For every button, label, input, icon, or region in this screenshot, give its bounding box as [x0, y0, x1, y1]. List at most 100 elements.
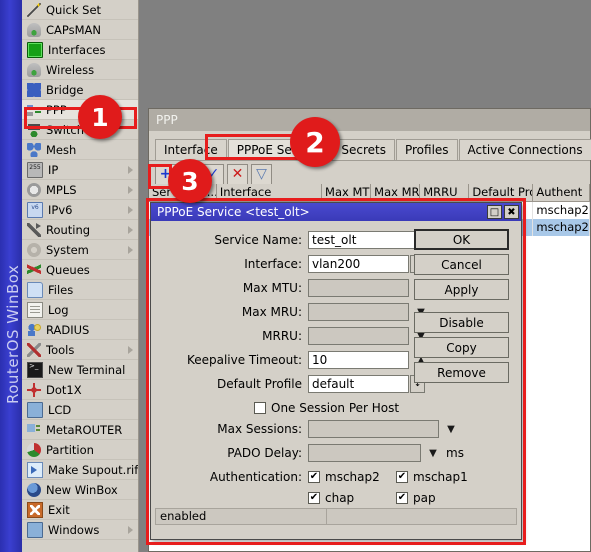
maximize-button[interactable]: □ [487, 205, 502, 219]
sidebar-item-label: Partition [46, 442, 94, 457]
max-mtu-input[interactable] [308, 279, 409, 297]
auth-option-mschap1[interactable]: ✔ mschap1 [396, 470, 484, 484]
mrru-input[interactable] [308, 327, 409, 345]
auth-pap-checkbox[interactable]: ✔ [396, 491, 408, 504]
ok-button[interactable]: OK [414, 229, 509, 250]
annotation-badge-3: 3 [168, 159, 212, 203]
sidebar-item-quick-set[interactable]: Quick Set [22, 0, 138, 20]
auth-chap-checkbox[interactable]: ✔ [308, 491, 320, 504]
sidebar-item-new-winbox[interactable]: New WinBox [22, 480, 138, 500]
sidebar-item-queues[interactable]: Queues [22, 260, 138, 280]
remove-button[interactable]: Remove [414, 362, 509, 383]
sidebar-item-label: Queues [46, 262, 90, 277]
sidebar-item-metarouter[interactable]: MetaROUTER [22, 420, 138, 440]
default-profile-label: Default Profile [217, 377, 302, 391]
sidebar-item-files[interactable]: Files [22, 280, 138, 300]
sidebar-item-label: Mesh [46, 142, 77, 157]
sidebar-item-ipv6[interactable]: IPv6 [22, 200, 138, 220]
apply-button[interactable]: Apply [414, 279, 509, 300]
auth-option-mschap2[interactable]: ✔ mschap2 [308, 470, 396, 484]
sidebar-item-bridge[interactable]: Bridge [22, 80, 138, 100]
tab-active-connections[interactable]: Active Connections [458, 139, 591, 160]
sidebar-item-mpls[interactable]: MPLS [22, 180, 138, 200]
keepalive-timeout-input[interactable]: 10 [308, 351, 409, 369]
sidebar-item-mesh[interactable]: Mesh [22, 140, 138, 160]
sidebar-item-ip[interactable]: IP [22, 160, 138, 180]
auth-pap-label: pap [413, 490, 436, 505]
ppp-window-title: PPP [156, 113, 178, 127]
access-point-icon [27, 62, 41, 77]
queues-icon [27, 262, 41, 277]
sidebar-item-label: Quick Set [46, 2, 102, 17]
access-point-icon [27, 22, 41, 37]
sidebar-item-label: MPLS [46, 182, 77, 197]
form-row-authentication-2: ✔ chap ✔ pap [151, 487, 521, 508]
annotation-badge-2: 2 [290, 117, 340, 167]
column-header-mrru[interactable]: MRRU [420, 184, 470, 201]
sidebar-item-capsman[interactable]: CAPsMAN [22, 20, 138, 40]
disable-button[interactable]: ✕ [227, 163, 248, 185]
column-header-max-mru[interactable]: Max MRU [371, 184, 421, 201]
auth-mschap2-checkbox[interactable]: ✔ [308, 470, 320, 483]
sidebar-item-partition[interactable]: Partition [22, 440, 138, 460]
sidebar-item-dot1x[interactable]: Dot1X [22, 380, 138, 400]
default-profile-input[interactable]: default [308, 375, 409, 393]
tab-interface[interactable]: Interface [155, 139, 227, 160]
filter-button[interactable]: ▽ [251, 163, 272, 185]
column-header-default-pro[interactable]: Default Pro... [469, 184, 534, 201]
partition-icon [27, 442, 41, 457]
tab-secrets[interactable]: Secrets [332, 139, 395, 160]
max-sessions-input[interactable] [308, 420, 439, 438]
pado-delay-input[interactable] [308, 444, 421, 462]
sidebar-item-label: LCD [48, 402, 72, 417]
sidebar-item-log[interactable]: Log [22, 300, 138, 320]
column-header-interface[interactable]: Interface [217, 184, 323, 201]
sidebar-item-make-supout-rif[interactable]: Make Supout.rif [22, 460, 138, 480]
copy-button[interactable]: Copy [414, 337, 509, 358]
auth-mschap1-checkbox[interactable]: ✔ [396, 470, 408, 483]
sidebar-item-routing[interactable]: Routing [22, 220, 138, 240]
chevron-right-icon [128, 205, 133, 214]
sidebar-item-radius[interactable]: RADIUS [22, 320, 138, 340]
chevron-right-icon [128, 525, 133, 534]
one-session-per-host-checkbox[interactable] [254, 401, 266, 414]
sidebar-item-new-terminal[interactable]: New Terminal [22, 360, 138, 380]
status-secondary [327, 508, 517, 525]
bridge-icon [27, 82, 41, 97]
max-sessions-chevron-down-icon[interactable]: ▼ [443, 424, 459, 435]
form-row-max-sessions: Max Sessions: ▼ [151, 418, 521, 440]
auth-option-pap[interactable]: ✔ pap [396, 491, 484, 505]
cancel-button[interactable]: Cancel [414, 254, 509, 275]
metarouter-icon [27, 422, 41, 437]
form-row-pado-delay: PADO Delay: ▼ ms [151, 442, 521, 464]
sidebar-item-label: Windows [48, 522, 100, 537]
auth-option-chap[interactable]: ✔ chap [308, 491, 396, 505]
sidebar-item-lcd[interactable]: LCD [22, 400, 138, 420]
column-header-max-mtu[interactable]: Max MTU [322, 184, 372, 201]
terminal-icon [27, 361, 43, 378]
lcd-icon [27, 401, 43, 418]
disable-button[interactable]: Disable [414, 312, 509, 333]
sidebar-item-tools[interactable]: Tools [22, 340, 138, 360]
sidebar-item-label: RADIUS [46, 322, 90, 337]
chevron-right-icon [128, 345, 133, 354]
close-icon[interactable]: ✖ [504, 205, 519, 219]
sidebar-item-exit[interactable]: Exit [22, 500, 138, 520]
ip-icon [27, 161, 43, 178]
column-header-authent[interactable]: Authent [533, 184, 590, 201]
tab-profiles[interactable]: Profiles [395, 139, 458, 160]
sidebar-item-windows[interactable]: Windows [22, 520, 138, 540]
sidebar-item-label: Dot1X [46, 382, 82, 397]
mpls-icon [27, 182, 41, 197]
supout-icon [27, 461, 43, 478]
interface-input[interactable]: vlan200 [308, 255, 409, 273]
sidebar-item-label: Files [48, 282, 74, 297]
ppp-window-titlebar: PPP [149, 109, 590, 131]
sidebar-item-interfaces[interactable]: Interfaces [22, 40, 138, 60]
pado-delay-chevron-down-icon[interactable]: ▼ [425, 448, 441, 459]
sidebar-item-system[interactable]: System [22, 240, 138, 260]
sidebar-item-wireless[interactable]: Wireless [22, 60, 138, 80]
network-card-icon [27, 41, 43, 58]
auth-mschap2-label: mschap2 [325, 469, 380, 484]
max-mru-input[interactable] [308, 303, 409, 321]
